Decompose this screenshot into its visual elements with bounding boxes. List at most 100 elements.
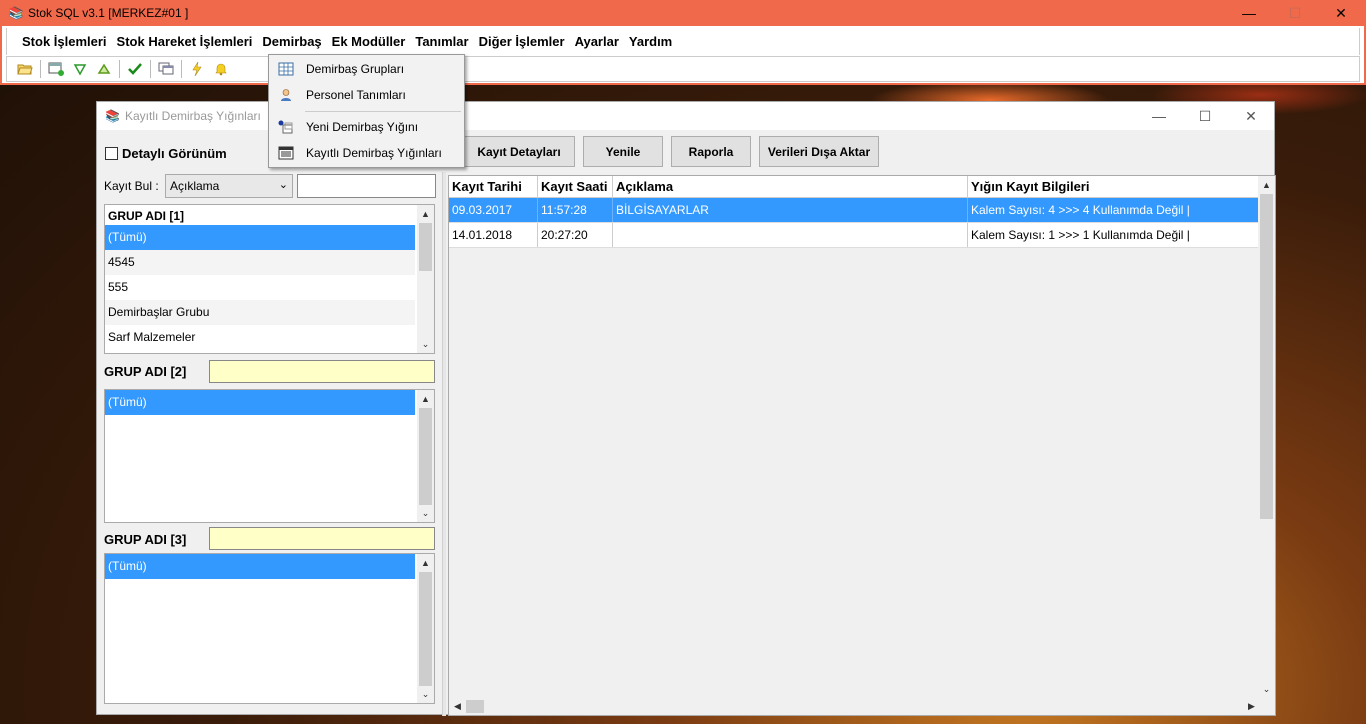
grid-vertical-scrollbar[interactable]: ▲ ⌄	[1258, 176, 1275, 715]
column-header[interactable]: Kayıt Saati	[538, 176, 613, 197]
find-field-select[interactable]: Açıklama ⌄	[165, 174, 293, 198]
group3-input[interactable]	[209, 527, 435, 550]
column-header[interactable]: Yığın Kayıt Bilgileri	[968, 176, 1260, 197]
menu-tanimlar[interactable]: Tanımlar	[410, 30, 473, 54]
scroll-down-icon[interactable]: ⌄	[417, 336, 434, 353]
column-header[interactable]: Açıklama	[613, 176, 968, 197]
filter-up-icon[interactable]	[92, 58, 116, 80]
scroll-up-icon[interactable]: ▲	[417, 554, 434, 571]
menu-item-label: Demirbaş Grupları	[306, 62, 405, 76]
filter-down-icon[interactable]	[68, 58, 92, 80]
scroll-thumb[interactable]	[1260, 194, 1273, 519]
find-label: Kayıt Bul :	[104, 179, 159, 193]
list-item[interactable]: (Tümü)	[105, 390, 415, 415]
menu-item-label: Personel Tanımları	[306, 88, 406, 102]
menu-diger-islemler[interactable]: Diğer İşlemler	[474, 30, 570, 54]
chevron-down-icon: ⌄	[278, 179, 288, 191]
export-button[interactable]: Verileri Dışa Aktar	[759, 136, 879, 167]
menu-yardim[interactable]: Yardım	[624, 30, 677, 54]
table-row[interactable]: 14.01.2018 20:27:20 Kalem Sayısı: 1 >>> …	[449, 223, 1260, 248]
list-table-icon	[276, 146, 296, 160]
records-grid[interactable]: Kayıt Tarihi Kayıt Saati Açıklama Yığın …	[448, 175, 1276, 716]
menu-separator	[305, 111, 461, 112]
scroll-thumb[interactable]	[419, 223, 432, 271]
toolbar-separator	[40, 60, 41, 78]
table-cell: 09.03.2017	[449, 198, 538, 222]
menu-stok-islemleri[interactable]: Stok İşlemleri	[17, 30, 112, 54]
toolbar-separator	[181, 60, 182, 78]
menu-item-personel-tanimlari[interactable]: Personel Tanımları	[269, 83, 464, 107]
group3-scrollbar[interactable]: ▲ ⌄	[417, 554, 434, 703]
list-item[interactable]: 555	[105, 275, 415, 300]
detail-view-checkbox[interactable]: Detaylı Görünüm	[105, 146, 227, 161]
list-item[interactable]: Sarf Malzemeler	[105, 325, 415, 350]
new-record-icon[interactable]	[44, 58, 68, 80]
scroll-right-icon[interactable]: ▶	[1243, 698, 1260, 715]
group1-scrollbar[interactable]: ▲ ⌄	[417, 205, 434, 353]
child-maximize-button[interactable]: ☐	[1182, 102, 1228, 130]
maximize-button[interactable]: ☐	[1272, 0, 1318, 26]
group2-scrollbar[interactable]: ▲ ⌄	[417, 390, 434, 522]
scroll-thumb[interactable]	[419, 408, 432, 505]
table-row[interactable]: 09.03.2017 11:57:28 BİLGİSAYARLAR Kalem …	[449, 198, 1260, 223]
minimize-button[interactable]: —	[1226, 0, 1272, 26]
menu-ayarlar[interactable]: Ayarlar	[570, 30, 624, 54]
toolbar	[6, 56, 1360, 82]
panel-splitter[interactable]	[442, 172, 446, 716]
list-item[interactable]: (Tümü)	[105, 554, 415, 579]
open-folder-icon[interactable]	[13, 58, 37, 80]
scroll-up-icon[interactable]: ▲	[417, 390, 434, 407]
group1-list[interactable]: GRUP ADI [1] (Tümü) 4545 555 Demirbaşlar…	[104, 204, 435, 354]
child-window: 📚 Kayıtlı Demirbaş Yığınları — ☐ ✕ Detay…	[96, 101, 1276, 716]
grid-horizontal-scrollbar[interactable]: ◀ ▶	[449, 698, 1260, 715]
list-item[interactable]: Demirbaşlar Grubu	[105, 300, 415, 325]
group2-list[interactable]: (Tümü) ▲ ⌄	[104, 389, 435, 523]
chart-grid-icon	[276, 62, 296, 76]
menu-stok-hareket-islemleri[interactable]: Stok Hareket İşlemleri	[112, 30, 258, 54]
demirbas-dropdown-menu: Demirbaş Grupları Personel Tanımları Yen…	[268, 54, 465, 168]
child-close-button[interactable]: ✕	[1228, 102, 1274, 130]
find-field-value: Açıklama	[170, 179, 220, 193]
group2-input[interactable]	[209, 360, 435, 383]
table-cell: Kalem Sayısı: 1 >>> 1 Kullanımda Değil |	[971, 228, 1190, 242]
group3-list[interactable]: (Tümü) ▲ ⌄	[104, 553, 435, 704]
column-header[interactable]: Kayıt Tarihi	[449, 176, 538, 197]
detail-view-label: Detaylı Görünüm	[122, 146, 227, 161]
group2-label: GRUP ADI [2]	[104, 364, 187, 379]
menu-item-yeni-demirbas-yigini[interactable]: Yeni Demirbaş Yığını	[269, 115, 464, 139]
list-item[interactable]: (Tümü)	[105, 225, 415, 250]
close-button[interactable]: ✕	[1318, 0, 1364, 26]
bell-icon[interactable]	[209, 58, 233, 80]
scroll-thumb[interactable]	[419, 572, 432, 686]
check-icon[interactable]	[123, 58, 147, 80]
find-search-input[interactable]	[297, 174, 436, 198]
scroll-up-icon[interactable]: ▲	[417, 205, 434, 222]
menu-item-kayitli-demirbas-yiginlari[interactable]: Kayıtlı Demirbaş Yığınları	[269, 141, 464, 165]
menu-demirbas[interactable]: Demirbaş	[257, 29, 327, 54]
scroll-thumb[interactable]	[466, 700, 484, 713]
report-button[interactable]: Raporla	[671, 136, 751, 167]
toolbar-separator	[119, 60, 120, 78]
child-title: Kayıtlı Demirbaş Yığınları	[125, 109, 261, 123]
menu-ek-moduller[interactable]: Ek Modüller	[327, 30, 411, 54]
app-title: Stok SQL v3.1 [MERKEZ#01 ]	[28, 6, 189, 20]
details-button[interactable]: Kayıt Detayları	[463, 136, 575, 167]
menu-bar: Stok İşlemleri Stok Hareket İşlemleri De…	[6, 28, 1360, 55]
scroll-down-icon[interactable]: ⌄	[417, 686, 434, 703]
refresh-button[interactable]: Yenile	[583, 136, 663, 167]
title-bar: 📚 Stok SQL v3.1 [MERKEZ#01 ] — ☐ ✕	[2, 0, 1364, 26]
lightning-icon[interactable]	[185, 58, 209, 80]
windows-icon[interactable]	[154, 58, 178, 80]
menu-item-demirbas-gruplari[interactable]: Demirbaş Grupları	[269, 57, 464, 81]
table-cell: 11:57:28	[538, 198, 613, 222]
scroll-left-icon[interactable]: ◀	[449, 698, 466, 715]
scroll-down-icon[interactable]: ⌄	[417, 505, 434, 522]
table-cell: Kalem Sayısı: 4 >>> 4 Kullanımda Değil |	[971, 203, 1190, 217]
child-minimize-button[interactable]: —	[1136, 102, 1182, 130]
list-item[interactable]: 4545	[105, 250, 415, 275]
checkbox-box[interactable]	[105, 147, 118, 160]
child-app-icon: 📚	[105, 109, 120, 123]
scroll-down-icon[interactable]: ⌄	[1258, 681, 1275, 698]
menu-item-label: Kayıtlı Demirbaş Yığınları	[306, 146, 442, 160]
scroll-up-icon[interactable]: ▲	[1258, 176, 1275, 193]
